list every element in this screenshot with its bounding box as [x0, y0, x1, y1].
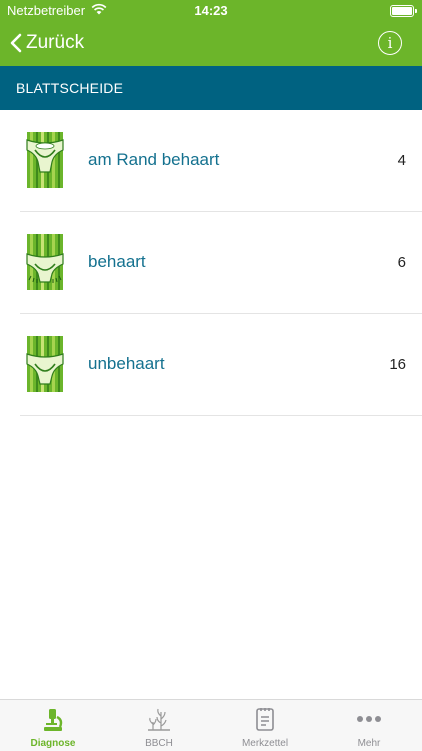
- list-item[interactable]: behaart 6: [0, 212, 422, 314]
- chevron-left-icon: [10, 33, 22, 53]
- microscope-icon: [44, 709, 63, 731]
- tab-mehr[interactable]: Mehr: [316, 700, 422, 751]
- tab-merkzettel[interactable]: Merkzettel: [212, 700, 318, 751]
- list-item-label: am Rand behaart: [88, 150, 220, 169]
- plant-growth-icon: [148, 708, 170, 731]
- list-item-label: unbehaart: [88, 354, 165, 373]
- tab-bbch[interactable]: BBCH: [106, 700, 212, 751]
- leaf-sheath-glabrous-icon: [26, 336, 64, 392]
- list-item[interactable]: am Rand behaart 4: [0, 110, 422, 212]
- tab-diagnose[interactable]: Diagnose: [0, 700, 106, 751]
- navigation-bar: Netzbetreiber 14:23 Zurück i: [0, 0, 422, 66]
- more-dots-icon: [357, 716, 381, 722]
- status-time: 14:23: [194, 3, 228, 18]
- back-button-label: Zurück: [26, 32, 85, 53]
- section-title: BLATTSCHEIDE: [16, 80, 124, 96]
- battery-icon: [390, 5, 417, 17]
- list-item-count: 6: [397, 254, 406, 271]
- notepad-icon: [256, 708, 274, 731]
- option-list: am Rand behaart 4 behaart 6 unbehaart 16: [0, 110, 422, 416]
- leaf-sheath-hairy-icon: [26, 234, 64, 290]
- section-header: BLATTSCHEIDE: [0, 66, 422, 110]
- list-item-label: behaart: [88, 252, 146, 271]
- info-icon[interactable]: i: [378, 31, 402, 55]
- tab-label: BBCH: [145, 738, 173, 749]
- tab-label: Diagnose: [30, 738, 76, 749]
- tab-label: Merkzettel: [241, 738, 289, 749]
- list-item-count: 16: [389, 356, 406, 373]
- tab-bar: Diagnose BBCH Merkzettel Mehr: [0, 699, 422, 751]
- status-bar: Netzbetreiber 14:23: [0, 0, 422, 22]
- back-button[interactable]: Zurück: [10, 28, 84, 58]
- list-item-count: 4: [397, 152, 406, 169]
- leaf-sheath-ciliate-margin-icon: [26, 132, 64, 188]
- list-item[interactable]: unbehaart 16: [0, 314, 422, 416]
- tab-label: Mehr: [357, 738, 381, 749]
